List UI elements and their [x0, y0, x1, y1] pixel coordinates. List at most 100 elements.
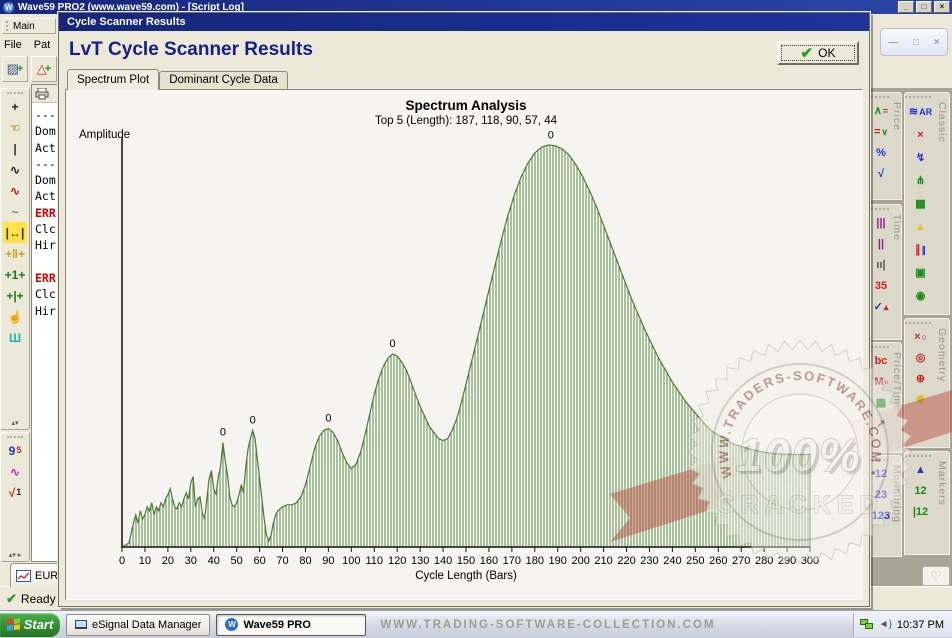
square-root-icon[interactable]: √ [871, 164, 891, 184]
percent-retrace-icon[interactable]: % [871, 143, 891, 163]
panel-price-time: bcM▫▦↗ Price/Time [870, 342, 902, 453]
bar-12-icon[interactable]: |12 [911, 502, 931, 522]
panel-grip[interactable] [905, 455, 931, 457]
measure-23-icon: 23 [875, 490, 887, 501]
level-12-icon[interactable]: 12 [911, 481, 931, 501]
x-tick-label: 300 [801, 555, 819, 567]
close-icon[interactable]: × [934, 1, 950, 13]
x-tick-label: 0 [119, 555, 125, 567]
menubar: File Pat [4, 39, 58, 54]
measure-23-icon[interactable]: 23 [871, 485, 891, 505]
sine-wave-icon[interactable]: ∿ [3, 461, 27, 482]
task-wave59-pro[interactable]: W Wave59 PRO [216, 614, 366, 636]
price-down-level-icon[interactable]: =∨ [871, 122, 891, 142]
new-chart-icon[interactable]: ▨+ [2, 56, 28, 82]
panel-grip[interactable] [871, 459, 889, 461]
panel-geometry: ×○◎⊕❋ Geometry [904, 318, 950, 448]
abc-label-icon: bc [875, 356, 888, 367]
crosshair-icon: + [11, 101, 18, 113]
nine-five-icon[interactable]: 95 [3, 440, 27, 461]
expand-range-icon[interactable]: |↔| [3, 222, 27, 243]
dialog-title: Cycle Scanner Results [67, 16, 186, 28]
parallel-lines-icon[interactable]: ∥∥ [911, 239, 931, 261]
peak-label: 0 [548, 129, 554, 141]
menu-pattern[interactable]: Pat [34, 39, 51, 54]
magnifier-globe-icon[interactable]: ◉ [911, 285, 931, 307]
wave-count-icon[interactable]: √1 [3, 482, 27, 503]
pointer-icon[interactable]: ☝ [3, 306, 27, 327]
m-pattern-icon[interactable]: M▫ [871, 372, 891, 392]
network-tray-icon[interactable] [860, 619, 874, 631]
ellipse-cross-icon[interactable]: ⊕ [911, 369, 931, 389]
toolbar-scroll-arrows[interactable]: ▴▾ ▸ [9, 551, 22, 559]
hatch-square-icon[interactable]: ▩ [911, 193, 931, 215]
time-check-icon[interactable]: ✓▴ [871, 297, 891, 317]
wheel-icon[interactable]: ❋ [911, 390, 931, 410]
panel-grip[interactable] [905, 96, 931, 98]
wave-line-icon: ~ [11, 206, 18, 218]
ar-lines-icon[interactable]: ≋AR [911, 101, 931, 123]
split-bars-icon[interactable]: +‖+ [3, 243, 27, 264]
spiral-triangle-icon[interactable]: ▲ [911, 216, 931, 238]
time-bars-icon[interactable]: ıı| [871, 255, 891, 275]
x-axis-label: Cycle Length (Bars) [415, 570, 517, 582]
trash-icon[interactable]: Ш [3, 327, 27, 348]
crossed-lines-icon[interactable]: × [911, 124, 931, 146]
vertical-cursor-icon[interactable]: | [3, 138, 27, 159]
zigzag-candle-icon[interactable]: ∿ [3, 180, 27, 201]
child-minimize-icon[interactable]: — [888, 37, 898, 48]
time-pair-lines-icon[interactable]: || [871, 234, 891, 254]
tab-spectrum-plot[interactable]: Spectrum Plot [67, 69, 159, 90]
up-arrow-marker-icon[interactable]: ▲ [911, 460, 931, 480]
panel-markers: ▲12|12 Markers [904, 451, 950, 555]
volume-tray-icon[interactable]: ◄) [879, 619, 892, 630]
spectrum-area-fill [122, 145, 810, 547]
dialog-titlebar[interactable]: Cycle Scanner Results [59, 13, 869, 31]
fan-lines-icon[interactable]: ⋔ [911, 170, 931, 192]
crosshair-icon[interactable]: + [3, 96, 27, 117]
panel-expand-button[interactable]: ♡ [922, 566, 950, 586]
vertical-cursor-icon: | [13, 143, 16, 155]
maximize-icon[interactable]: □ [916, 1, 932, 13]
panel-grip[interactable] [871, 346, 889, 348]
task-label: Wave59 PRO [243, 619, 310, 631]
panel-grip[interactable] [871, 96, 889, 98]
time-check-icon: ▴ [884, 303, 889, 312]
time-lines-icon[interactable]: ||| [871, 213, 891, 233]
concentric-circles-icon[interactable]: ◎ [911, 348, 931, 368]
toolbar-grip[interactable] [6, 21, 10, 31]
start-button[interactable]: Start [0, 613, 60, 637]
compass-arrows-icon[interactable]: ×○ [911, 327, 931, 347]
square-spiral-icon[interactable]: ▣ [911, 262, 931, 284]
abc-label-icon[interactable]: bc [871, 351, 891, 371]
time-count-icon[interactable]: 35 [871, 276, 891, 296]
vector-arrow-icon[interactable]: ↗ [871, 414, 891, 434]
measure-12-icon[interactable]: 12 [871, 464, 891, 484]
up-arrow-marker-icon: ▲ [915, 465, 926, 476]
wave-line-icon[interactable]: ~ [3, 201, 27, 222]
zigzag-arrow-icon[interactable]: ↯ [911, 147, 931, 169]
tab-dominant-cycle-data[interactable]: Dominant Cycle Data [159, 71, 288, 89]
minimize-icon[interactable]: _ [898, 1, 914, 13]
task-esignal-data-manager[interactable]: eSignal Data Manager [66, 614, 210, 636]
child-restore-icon[interactable]: □ [913, 37, 919, 48]
bar-gap-icon[interactable]: +|+ [3, 285, 27, 306]
panel-grip[interactable] [871, 208, 889, 210]
ok-button[interactable]: ✔ OK [777, 41, 859, 65]
menu-file[interactable]: File [4, 39, 22, 54]
toolbar-grip[interactable] [7, 436, 24, 438]
price-up-level-icon[interactable]: ∧= [871, 101, 891, 121]
pan-hand-icon[interactable]: ☜ [3, 117, 27, 138]
panel-grip[interactable] [905, 322, 931, 324]
toolbar-grip[interactable] [7, 92, 24, 94]
app-logo-icon: W [3, 2, 14, 13]
new-shape-icon[interactable]: △+ [31, 56, 57, 82]
bar-12-icon: |12 [913, 507, 928, 518]
bar-step-icon[interactable]: +1+ [3, 264, 27, 285]
measure-123-icon[interactable]: 123 [871, 506, 891, 526]
toolbar-scroll-arrows[interactable]: ▴▾ [11, 419, 18, 427]
child-close-icon[interactable]: × [934, 37, 940, 48]
print-icon[interactable] [35, 88, 49, 100]
zigzag-icon[interactable]: ∿ [3, 159, 27, 180]
grid-icon[interactable]: ▦ [871, 393, 891, 413]
